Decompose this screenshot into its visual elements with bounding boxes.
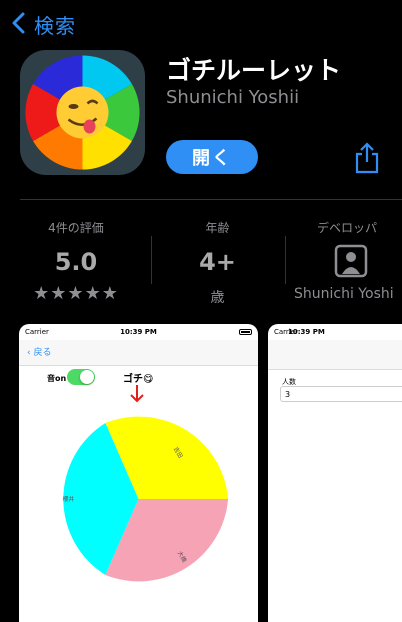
status-bar: Carrier 10:39 PM <box>268 324 402 340</box>
gochi-label: ゴチ😋 <box>123 374 154 385</box>
status-bar: Carrier 10:39 PM <box>19 324 258 340</box>
app-developer[interactable]: Shunichi Yoshii <box>166 87 299 108</box>
navbar: ‹ 戻る <box>19 340 258 366</box>
open-button[interactable]: 開く <box>166 140 258 174</box>
segment-label-1: 櫻井 <box>63 495 75 503</box>
stat-separator <box>151 236 152 284</box>
navbar <box>268 340 402 370</box>
time-label: 10:39 PM <box>288 328 325 336</box>
back-chevron-icon[interactable] <box>10 11 28 35</box>
back-button[interactable]: ‹ 戻る <box>27 345 51 358</box>
ratings-count-label: 4件の評価 <box>48 221 104 235</box>
roulette-wheel[interactable]: 吉田 櫻井 大橋 <box>46 414 231 584</box>
rating-value: 5.0 <box>54 248 98 276</box>
sound-toggle[interactable] <box>67 369 95 385</box>
age-unit: 歳 <box>210 290 225 306</box>
share-icon[interactable] <box>354 142 380 174</box>
people-input[interactable]: 3 <box>280 386 402 402</box>
time-label: 10:39 PM <box>120 328 157 336</box>
app-title: ゴチルーレット <box>166 56 342 85</box>
person-icon <box>334 244 368 278</box>
back-to-search-link[interactable]: 検索 <box>34 10 76 39</box>
battery-icon <box>239 329 252 335</box>
down-arrow-icon <box>130 385 144 403</box>
screenshot-2[interactable]: Carrier 10:39 PM 人数 3 <box>268 324 402 622</box>
age-label: 年齢 <box>205 221 230 235</box>
stat-separator <box>285 236 286 284</box>
divider <box>20 199 402 200</box>
sound-label: 音on <box>47 374 67 383</box>
developer-label: デベロッパ <box>316 221 377 235</box>
screenshot-1[interactable]: Carrier 10:39 PM ‹ 戻る 音on ゴチ😋 吉田 櫻井 大橋 <box>19 324 258 622</box>
age-value: 4+ <box>199 248 236 276</box>
star-rating: ★★★★★ <box>33 283 119 304</box>
developer-name[interactable]: Shunichi Yoshi <box>294 286 394 302</box>
app-icon <box>20 50 145 175</box>
